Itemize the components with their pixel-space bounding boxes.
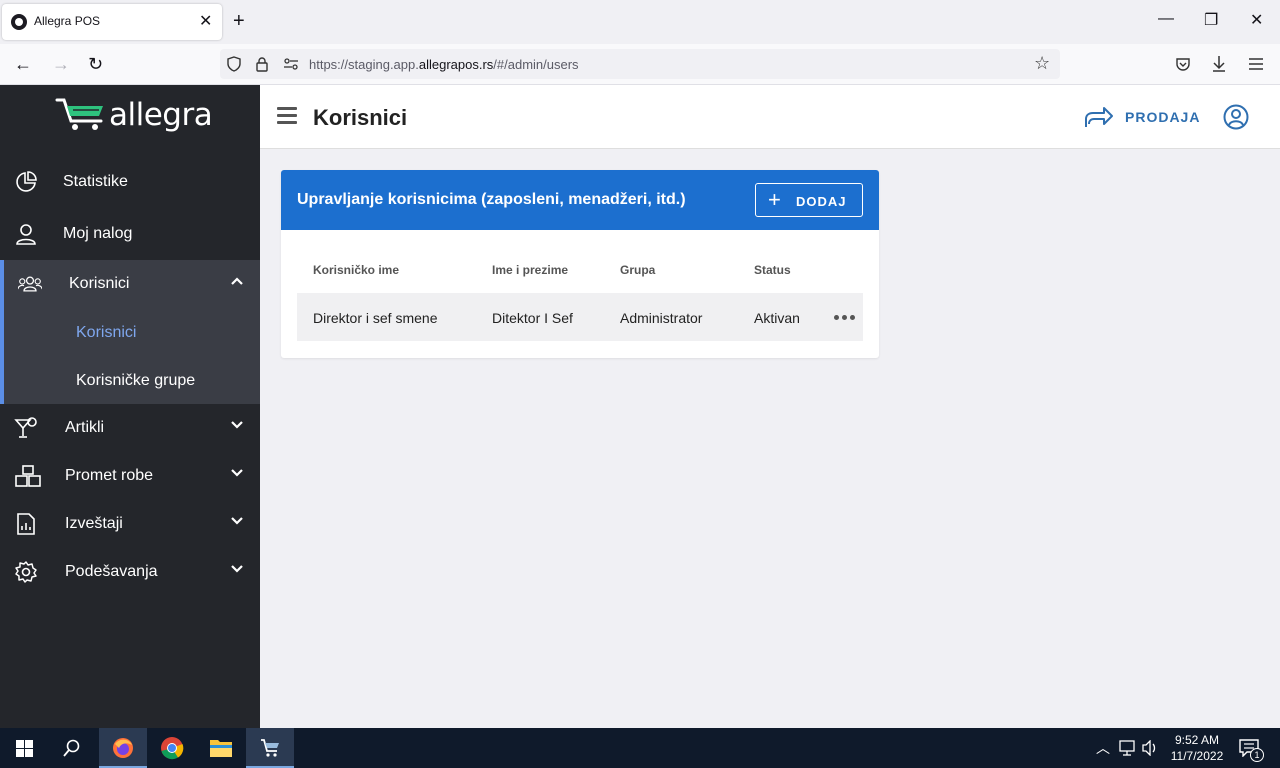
forward-icon[interactable]: →: [52, 54, 70, 74]
app-menu-icon[interactable]: [1248, 57, 1264, 71]
more-options-icon[interactable]: [834, 307, 858, 327]
sidebar-subitem-korisnicke-grupe[interactable]: Korisničke grupe: [76, 372, 195, 390]
share-arrow-icon: [1085, 107, 1113, 127]
folder-icon: [210, 740, 232, 757]
taskbar-firefox[interactable]: [99, 728, 147, 768]
taskbar-file-explorer[interactable]: [197, 728, 245, 768]
top-header: Korisnici PRODAJA: [260, 85, 1280, 149]
network-icon[interactable]: [1118, 740, 1136, 756]
restore-icon[interactable]: ❐: [1204, 10, 1218, 30]
allegra-logo[interactable]: allegra: [55, 97, 213, 137]
reload-icon[interactable]: ↻: [88, 54, 103, 74]
card-title: Upravljanje korisnicima (zaposleni, mena…: [297, 191, 686, 208]
boxes-icon: [15, 465, 41, 487]
search-icon[interactable]: [63, 739, 81, 757]
bookmark-star-icon[interactable]: ☆: [1034, 53, 1050, 74]
chevron-down-icon[interactable]: [229, 417, 245, 433]
new-tab-icon[interactable]: +: [233, 10, 245, 32]
tab-title: Allegra POS: [34, 14, 101, 28]
cart-logo-icon: [55, 98, 103, 130]
taskbar-allegra-app[interactable]: [246, 728, 294, 768]
sidebar-item-podesavanja[interactable]: Podešavanja: [0, 548, 260, 596]
notification-count-badge: 1: [1250, 748, 1264, 762]
allegra-favicon-icon: [11, 14, 27, 30]
column-header-grupa[interactable]: Grupa: [620, 263, 655, 277]
sidebar-subitem-korisnici[interactable]: Korisnici: [76, 324, 136, 342]
browser-nav-bar: ← → ↻ https://staging.app.allegrapos.rs/…: [0, 44, 1280, 85]
plus-icon: +: [768, 187, 781, 212]
sidebar-item-artikli[interactable]: Artikli: [0, 404, 260, 452]
gear-icon: [15, 561, 37, 583]
firefox-icon: [113, 738, 133, 758]
sidebar: allegra Statistike Moj nalog Korisnici K…: [0, 85, 260, 728]
chevron-up-icon[interactable]: [229, 273, 245, 289]
hamburger-menu-icon[interactable]: [277, 107, 297, 125]
chevron-down-icon[interactable]: [229, 513, 245, 529]
sidebar-item-label: Promet robe: [65, 467, 154, 484]
windows-start-icon[interactable]: [16, 740, 33, 757]
lock-icon[interactable]: [255, 56, 269, 72]
volume-icon[interactable]: [1142, 740, 1158, 756]
users-card: Upravljanje korisnicima (zaposleni, mena…: [281, 170, 879, 358]
sidebar-item-label: Artikli: [65, 419, 105, 436]
users-icon: [18, 276, 42, 292]
column-header-korisnicko-ime[interactable]: Korisničko ime: [313, 263, 399, 277]
sidebar-item-korisnici[interactable]: Korisnici: [0, 260, 260, 308]
sidebar-item-label: Podešavanja: [65, 563, 158, 580]
tray-chevron-icon[interactable]: ︿: [1096, 738, 1110, 758]
chevron-down-icon[interactable]: [229, 465, 245, 481]
cell-status: Aktivan: [754, 310, 800, 326]
clock-date: 11/7/2022: [1170, 749, 1224, 763]
close-tab-icon[interactable]: ✕: [199, 11, 212, 31]
column-header-ime-i-prezime[interactable]: Ime i prezime: [492, 263, 568, 277]
minimize-icon[interactable]: —: [1158, 10, 1174, 28]
cocktail-icon: [14, 417, 37, 438]
add-button-label: DODAJ: [796, 194, 847, 209]
user-account-icon[interactable]: [1223, 104, 1249, 130]
taskbar-chrome[interactable]: [148, 728, 196, 768]
sidebar-item-label: Statistike: [63, 173, 128, 190]
permissions-icon[interactable]: [283, 57, 299, 71]
window-close-icon[interactable]: ✕: [1250, 10, 1263, 30]
address-bar[interactable]: https://staging.app.allegrapos.rs/#/admi…: [220, 49, 1060, 79]
downloads-icon[interactable]: [1211, 55, 1227, 73]
clock-time: 9:52 AM: [1174, 733, 1220, 747]
sidebar-item-label: Izveštaji: [65, 515, 123, 532]
browser-tab[interactable]: Allegra POS ✕: [2, 4, 222, 40]
browser-tab-bar: Allegra POS ✕ + — ❐ ✕: [0, 0, 1280, 44]
add-user-button[interactable]: + DODAJ: [755, 183, 863, 217]
user-icon: [16, 224, 36, 245]
report-icon: [17, 513, 35, 535]
sidebar-item-promet-robe[interactable]: Promet robe: [0, 452, 260, 500]
cell-group: Administrator: [620, 310, 703, 326]
sidebar-item-statistike[interactable]: Statistike: [0, 158, 260, 206]
column-header-status[interactable]: Status: [754, 263, 791, 277]
card-header: Upravljanje korisnicima (zaposleni, mena…: [281, 170, 879, 230]
prodaja-label: PRODAJA: [1125, 109, 1201, 125]
pie-chart-icon: [16, 171, 37, 192]
back-icon[interactable]: ←: [14, 54, 32, 74]
cell-username: Direktor i sef smene: [313, 310, 438, 326]
system-clock[interactable]: 9:52 AM 11/7/2022: [1162, 732, 1232, 764]
pocket-icon[interactable]: [1175, 56, 1191, 72]
cell-full-name: Ditektor I Sef: [492, 310, 573, 326]
sidebar-item-izvestaji[interactable]: Izveštaji: [0, 500, 260, 548]
sidebar-item-moj-nalog[interactable]: Moj nalog: [0, 210, 260, 258]
chrome-icon: [161, 737, 184, 760]
sidebar-group-korisnici: Korisnici Korisnici Korisničke grupe: [0, 260, 260, 404]
sidebar-item-label: Moj nalog: [63, 225, 133, 242]
table-row[interactable]: Direktor i sef smene Ditektor I Sef Admi…: [297, 293, 863, 341]
sidebar-item-label: Korisnici: [69, 275, 130, 292]
logo-text: allegra: [109, 97, 213, 133]
url-text: https://staging.app.allegrapos.rs/#/admi…: [309, 57, 579, 72]
shield-icon[interactable]: [226, 56, 242, 72]
windows-taskbar: ︿ 9:52 AM 11/7/2022 1: [0, 728, 1280, 768]
page-title: Korisnici: [313, 105, 408, 130]
chevron-down-icon[interactable]: [229, 561, 245, 577]
cart-app-icon: [261, 739, 279, 757]
